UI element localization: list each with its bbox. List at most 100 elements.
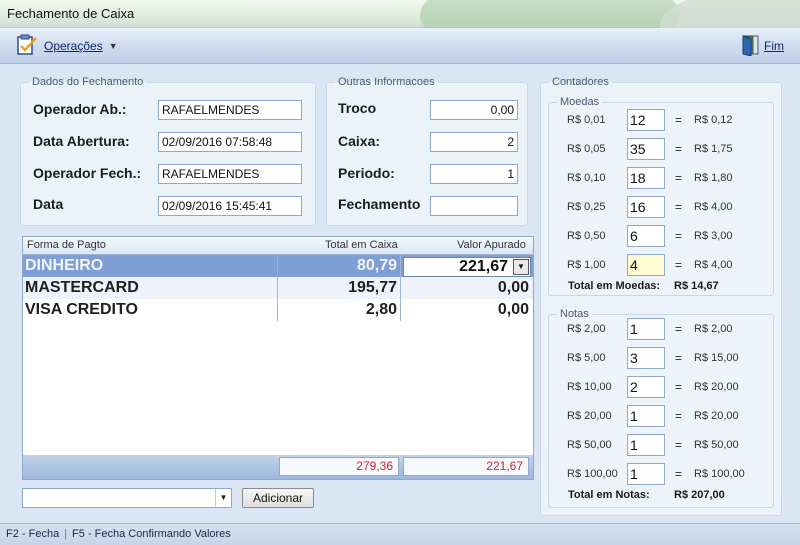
operacoes-label: Operações <box>44 39 103 53</box>
contadores-legend: Contadores <box>552 76 609 88</box>
col-valor-apurado[interactable]: Valor Apurado <box>457 239 526 251</box>
status-f5: F5 - Fecha Confirmando Valores <box>72 528 231 540</box>
pagamentos-grid[interactable]: Forma de Pagto Total em Caixa Valor Apur… <box>22 236 534 480</box>
equals-sign: = <box>675 322 683 336</box>
quantidade-field[interactable]: 4 <box>627 254 665 276</box>
cell-apurado: 221,67 <box>459 258 508 275</box>
cell-total: 80,79 <box>356 257 397 274</box>
total-moedas-value: R$ 14,67 <box>674 280 719 292</box>
denominacao-label: R$ 0,10 <box>567 172 606 184</box>
denominacao-label: R$ 2,00 <box>567 323 606 335</box>
total-notas-value: R$ 207,00 <box>674 489 725 501</box>
cell-forma: DINHEIRO <box>25 257 104 274</box>
denominacao-label: R$ 50,00 <box>567 439 612 451</box>
subtotal-label: R$ 15,00 <box>694 352 739 364</box>
status-bar: F2 - Fecha | F5 - Fecha Confirmando Valore… <box>0 523 800 545</box>
equals-sign: = <box>675 258 683 272</box>
valor-apurado-editor[interactable]: 221,67 ▼ <box>403 257 531 277</box>
form-client-area: Dados do Fechamento Operador Ab.: RAFAEL… <box>10 68 790 518</box>
periodo-field[interactable]: 1 <box>430 164 518 184</box>
chevron-down-icon: ▼ <box>108 41 118 51</box>
status-f2: F2 - Fecha <box>6 528 60 540</box>
data-label: Data <box>33 196 64 212</box>
equals-sign: = <box>675 380 683 394</box>
cell-apurado: 0,00 <box>497 279 529 296</box>
quantidade-field[interactable]: 1 <box>627 405 665 427</box>
quantidade-field[interactable]: 1 <box>627 434 665 456</box>
total-notas-label: Total em Notas: <box>568 489 650 501</box>
cell-total: 195,77 <box>348 279 397 296</box>
forma-pagto-combo[interactable]: ▼ <box>22 488 232 508</box>
denominacao-label: R$ 0,25 <box>567 201 606 213</box>
subtotal-label: R$ 2,00 <box>694 323 733 335</box>
title-bar: Fechamento de Caixa <box>0 0 800 60</box>
subtotal-label: R$ 50,00 <box>694 439 739 451</box>
cell-total: 2,80 <box>365 301 397 318</box>
status-separator: | <box>64 528 68 540</box>
equals-sign: = <box>675 171 683 185</box>
troco-field[interactable]: 0,00 <box>430 100 518 120</box>
denominacao-label: R$ 0,01 <box>567 114 606 126</box>
footer-valor-apurado: 221,67 <box>403 457 529 476</box>
fim-label: Fim <box>764 39 784 53</box>
denominacao-label: R$ 100,00 <box>567 468 618 480</box>
grid-footer: 279,36 221,67 <box>23 455 533 479</box>
clipboard-check-icon <box>16 34 40 59</box>
col-total-caixa[interactable]: Total em Caixa <box>325 239 398 251</box>
denominacao-label: R$ 5,00 <box>567 352 606 364</box>
equals-sign: = <box>675 229 683 243</box>
quantidade-field[interactable]: 1 <box>627 463 665 485</box>
footer-total-caixa: 279,36 <box>279 457 399 476</box>
operador-fech-field[interactable]: RAFAELMENDES <box>158 164 302 184</box>
col-forma-pagto[interactable]: Forma de Pagto <box>27 239 106 251</box>
cell-forma: MASTERCARD <box>25 279 139 296</box>
column-divider <box>400 255 401 321</box>
toolbar: Operações ▼ Fim <box>0 28 800 64</box>
caixa-field[interactable]: 2 <box>430 132 518 152</box>
troco-label: Troco <box>338 100 377 116</box>
equals-sign: = <box>675 200 683 214</box>
fechamento-field[interactable] <box>430 196 518 216</box>
moedas-legend: Moedas <box>560 96 600 108</box>
quantidade-field[interactable]: 1 <box>627 318 665 340</box>
notas-legend: Notas <box>560 308 589 320</box>
operador-ab-label: Operador Ab.: <box>33 101 127 117</box>
quantidade-field[interactable]: 3 <box>627 347 665 369</box>
subtotal-label: R$ 20,00 <box>694 381 739 393</box>
periodo-label: Periodo: <box>338 165 395 181</box>
subtotal-label: R$ 0,12 <box>694 114 733 126</box>
subtotal-label: R$ 1,75 <box>694 143 733 155</box>
denominacao-label: R$ 10,00 <box>567 381 612 393</box>
subtotal-label: R$ 1,80 <box>694 172 733 184</box>
data-abertura-field[interactable]: 02/09/2016 07:58:48 <box>158 132 302 152</box>
operador-ab-field[interactable]: RAFAELMENDES <box>158 100 302 120</box>
subtotal-label: R$ 3,00 <box>694 230 733 242</box>
quantidade-field[interactable]: 2 <box>627 376 665 398</box>
quantidade-field[interactable]: 18 <box>627 167 665 189</box>
data-field[interactable]: 02/09/2016 15:45:41 <box>158 196 302 216</box>
fim-button[interactable]: Fim <box>740 34 784 58</box>
table-row[interactable]: MASTERCARD 195,77 0,00 <box>23 277 533 299</box>
quantidade-field[interactable]: 6 <box>627 225 665 247</box>
quantidade-field[interactable]: 16 <box>627 196 665 218</box>
quantidade-field[interactable]: 12 <box>627 109 665 131</box>
equals-sign: = <box>675 351 683 365</box>
subtotal-label: R$ 20,00 <box>694 410 739 422</box>
subtotal-label: R$ 100,00 <box>694 468 745 480</box>
subtotal-label: R$ 4,00 <box>694 201 733 213</box>
operador-fech-label: Operador Fech.: <box>33 165 142 181</box>
operacoes-menu-button[interactable]: Operações ▼ <box>16 34 118 58</box>
equals-sign: = <box>675 409 683 423</box>
outras-legend: Outras Informacoes <box>338 76 435 88</box>
table-row[interactable]: VISA CREDITO 2,80 0,00 <box>23 299 533 321</box>
denominacao-label: R$ 20,00 <box>567 410 612 422</box>
chevron-down-icon[interactable]: ▼ <box>513 259 529 275</box>
exit-door-icon <box>740 34 760 59</box>
fechamento-label: Fechamento <box>338 196 421 212</box>
adicionar-button[interactable]: Adicionar <box>242 488 314 508</box>
quantidade-field[interactable]: 35 <box>627 138 665 160</box>
chevron-down-icon[interactable]: ▼ <box>215 489 231 507</box>
column-divider <box>277 255 278 321</box>
cell-apurado: 0,00 <box>497 301 529 318</box>
window-title: Fechamento de Caixa <box>7 6 135 21</box>
